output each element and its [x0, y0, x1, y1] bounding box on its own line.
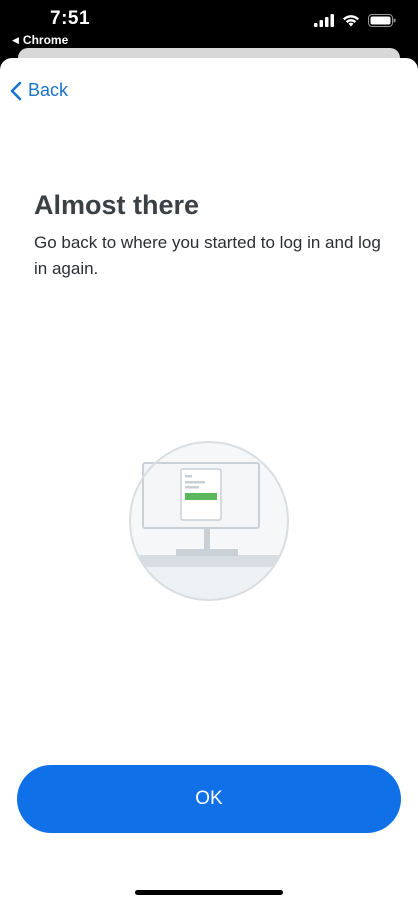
battery-icon: [368, 14, 396, 27]
status-icons: [314, 14, 396, 27]
page-title: Almost there: [34, 190, 200, 220]
modal-sheet: Back Almost there Go back to where you s…: [0, 58, 418, 904]
wifi-icon: [343, 15, 359, 27]
back-triangle-icon: ◀: [12, 34, 19, 45]
home-indicator[interactable]: [135, 890, 283, 895]
ok-button[interactable]: OK: [17, 765, 401, 833]
status-bar: 7:51 ◀ Chrome: [0, 0, 418, 48]
return-app-label: Chrome: [22, 33, 69, 47]
chevron-left-icon: [10, 81, 22, 100]
status-time: 7:51: [50, 8, 91, 29]
page-subtitle: Go back to where you started to log in a…: [34, 233, 381, 278]
return-to-app-link[interactable]: ◀ Chrome: [12, 33, 68, 47]
back-button[interactable]: Back: [10, 80, 68, 101]
cellular-signal-icon: [314, 14, 334, 27]
back-label: Back: [28, 80, 69, 100]
computer-monitor-illustration: [129, 441, 289, 601]
